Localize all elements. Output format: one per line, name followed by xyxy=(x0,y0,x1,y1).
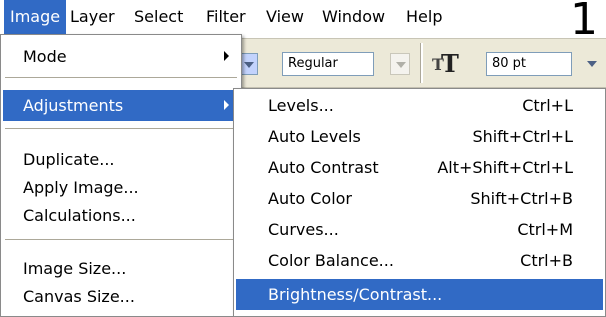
menu-window[interactable]: Window xyxy=(316,0,391,34)
menu-item-shortcut: Ctrl+L xyxy=(522,96,573,115)
menu-item-label: Calculations... xyxy=(23,206,136,225)
menu-layer[interactable]: Layer xyxy=(64,0,121,34)
menu-item-label: Auto Levels xyxy=(268,127,361,146)
svg-text:T: T xyxy=(441,49,459,76)
menu-item-curves[interactable]: Curves... Ctrl+M xyxy=(236,214,603,245)
menu-item-levels[interactable]: Levels... Ctrl+L xyxy=(236,90,603,121)
menu-item-label: Levels... xyxy=(268,96,334,115)
menu-item-image-size[interactable]: Image Size... xyxy=(3,253,239,284)
menu-item-label: Mode xyxy=(23,47,67,66)
menu-item-brightness-contrast[interactable]: Brightness/Contrast... xyxy=(236,279,603,310)
menu-item-label: Duplicate... xyxy=(23,150,115,169)
menu-item-label: Image Size... xyxy=(23,259,127,278)
menu-item-label: Canvas Size... xyxy=(23,287,135,306)
menu-item-mode[interactable]: Mode xyxy=(3,41,239,72)
toolbar-separator xyxy=(420,43,423,83)
font-size-icon: T T xyxy=(432,48,462,80)
menu-filter[interactable]: Filter xyxy=(200,0,252,34)
menu-image[interactable]: Image xyxy=(4,0,67,34)
menu-item-canvas-size[interactable]: Canvas Size... xyxy=(3,281,239,312)
image-menu: Mode Adjustments Duplicate... Apply Imag… xyxy=(0,34,242,317)
menu-help[interactable]: Help xyxy=(400,0,448,34)
menu-item-adjustments[interactable]: Adjustments xyxy=(3,90,239,121)
font-size-select[interactable]: 80 pt xyxy=(486,52,572,76)
menu-divider xyxy=(5,77,237,78)
menu-item-auto-levels[interactable]: Auto Levels Shift+Ctrl+L xyxy=(236,121,603,152)
font-size-dropdown-arrow[interactable] xyxy=(582,53,602,75)
font-style-select[interactable]: Regular xyxy=(282,52,374,76)
menu-item-shortcut: Ctrl+B xyxy=(520,251,573,270)
menu-item-apply-image[interactable]: Apply Image... xyxy=(3,172,239,203)
font-style-dropdown-arrow xyxy=(390,53,410,75)
menu-divider xyxy=(5,128,237,129)
menu-view[interactable]: View xyxy=(260,0,310,34)
menu-item-calculations[interactable]: Calculations... xyxy=(3,200,239,231)
menu-item-label: Apply Image... xyxy=(23,178,139,197)
menu-item-shortcut: Shift+Ctrl+L xyxy=(472,127,573,146)
menu-item-color-balance[interactable]: Color Balance... Ctrl+B xyxy=(236,245,603,276)
menu-divider xyxy=(5,239,237,240)
menu-item-label: Color Balance... xyxy=(268,251,394,270)
menu-item-shortcut: Ctrl+M xyxy=(517,220,573,239)
menu-item-label: Brightness/Contrast... xyxy=(268,285,443,304)
menu-item-auto-contrast[interactable]: Auto Contrast Alt+Shift+Ctrl+L xyxy=(236,152,603,183)
submenu-arrow-icon xyxy=(224,100,229,110)
menu-item-label: Auto Color xyxy=(268,189,353,208)
menu-item-shortcut: Shift+Ctrl+B xyxy=(470,189,573,208)
menu-select[interactable]: Select xyxy=(128,0,189,34)
menu-item-shortcut: Alt+Shift+Ctrl+L xyxy=(437,158,573,177)
menu-item-label: Auto Contrast xyxy=(268,158,379,177)
menu-item-duplicate[interactable]: Duplicate... xyxy=(3,144,239,175)
menu-item-label: Adjustments xyxy=(23,96,124,115)
adjustments-submenu: Levels... Ctrl+L Auto Levels Shift+Ctrl+… xyxy=(233,88,606,317)
menu-item-auto-color[interactable]: Auto Color Shift+Ctrl+B xyxy=(236,183,603,214)
submenu-arrow-icon xyxy=(224,51,229,61)
menu-item-label: Curves... xyxy=(268,220,339,239)
menu-bar: Image Layer Select Filter View Window He… xyxy=(0,0,606,44)
